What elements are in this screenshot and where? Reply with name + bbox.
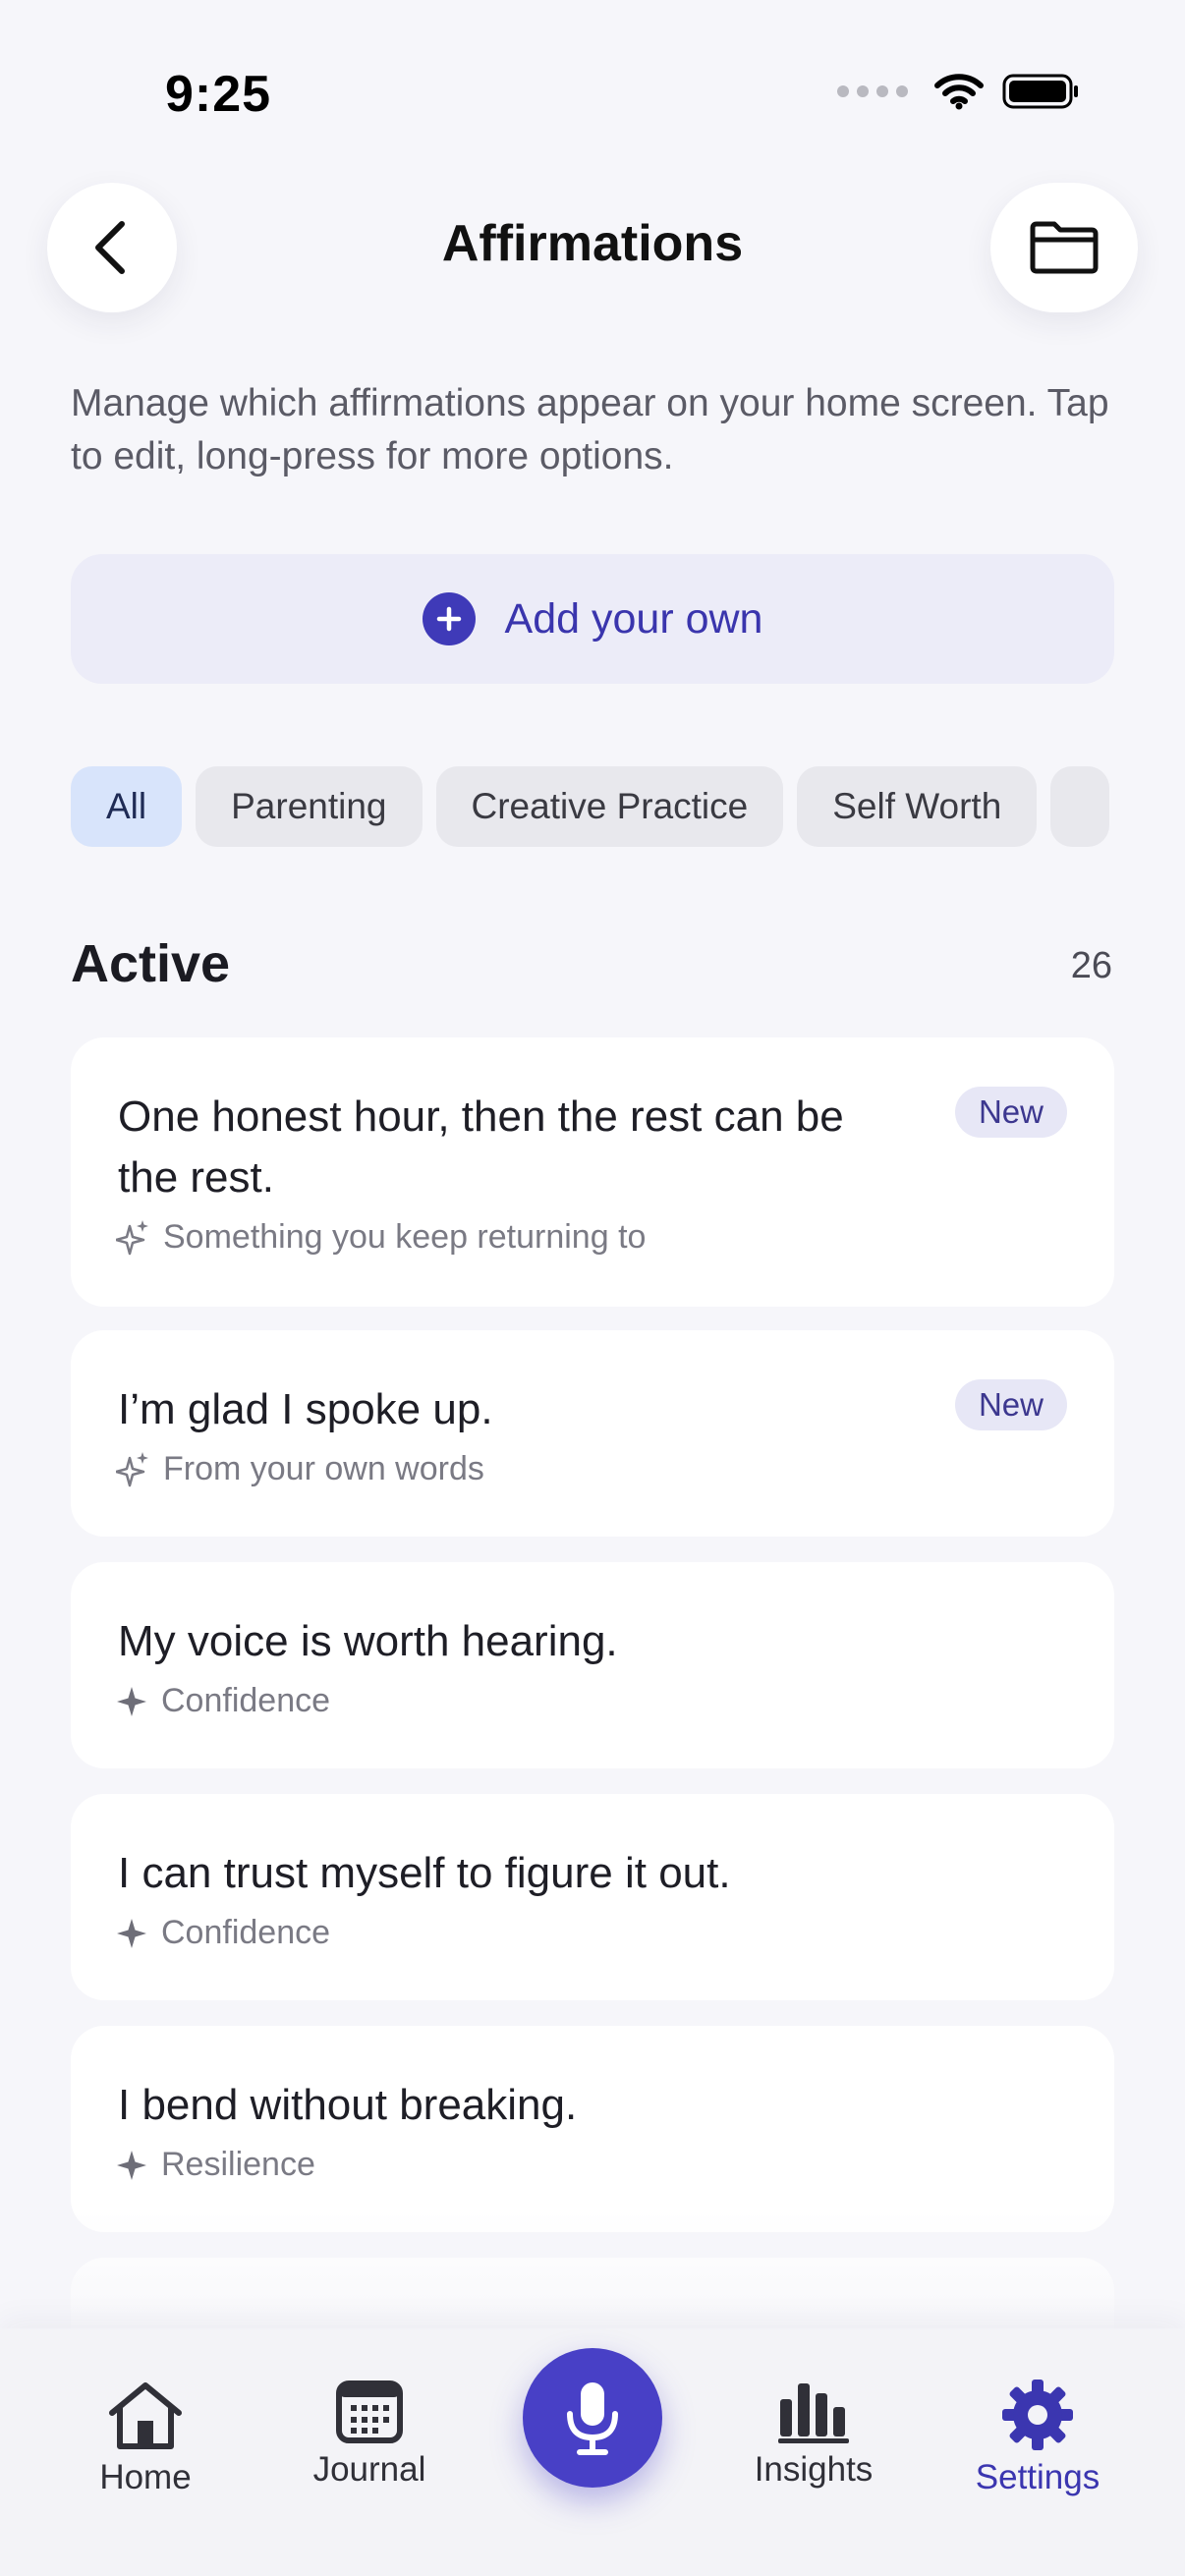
affirmation-source-label: Resilience — [161, 2146, 315, 2183]
affirmation-source: Confidence — [116, 1682, 330, 1720]
folder-icon — [1030, 221, 1099, 274]
new-badge: New — [954, 1087, 1067, 1138]
affirmation-source: Resilience — [116, 2146, 315, 2184]
affirmation-text: I bend without breaking. — [118, 2081, 578, 2129]
affirmation-source-label: Something you keep returning to — [163, 1218, 647, 1256]
tab-insights[interactable]: Insights — [715, 2378, 912, 2490]
tab-journal-label: Journal — [312, 2450, 426, 2489]
affirmation-card[interactable]: I bend without breaking. Resilience — [71, 2026, 1114, 2232]
folder-button[interactable] — [990, 183, 1138, 312]
add-your-own-button[interactable]: Add your own — [71, 554, 1114, 684]
record-button[interactable] — [523, 2348, 662, 2488]
cellular-signal-icon — [837, 85, 908, 97]
filter-chip-creative-practice[interactable]: Creative Practice — [435, 766, 784, 847]
affirmation-source: Confidence — [116, 1914, 330, 1952]
affirmation-source: From your own words — [116, 1450, 484, 1488]
battery-icon — [1002, 74, 1078, 109]
home-icon — [109, 2382, 182, 2449]
filter-chips: All Parenting Creative Practice Self Wor… — [71, 766, 1114, 849]
affirmation-card[interactable]: My voice is worth hearing. Confidence — [71, 1562, 1114, 1768]
affirmation-card[interactable]: I’m glad I spoke up. New From your own w… — [71, 1330, 1114, 1537]
affirmation-source-label: Confidence — [161, 1682, 331, 1719]
affirmation-source-label: From your own words — [163, 1450, 484, 1487]
gear-icon — [1002, 2380, 1073, 2450]
affirmation-card[interactable]: I can trust myself to figure it out. Con… — [71, 1794, 1114, 2000]
status-indicators — [837, 73, 1081, 110]
affirmation-text: One honest hour, then the rest can be th… — [118, 1092, 844, 1202]
sparkles-icon — [116, 1451, 148, 1486]
section-title: Active — [71, 934, 231, 993]
affirmation-text: My voice is worth hearing. — [118, 1617, 618, 1665]
sparkle-icon — [117, 2150, 146, 2180]
filter-chip-more[interactable] — [1050, 766, 1110, 847]
microphone-icon — [567, 2382, 618, 2455]
calendar-icon — [336, 2380, 403, 2443]
filter-chip-self-worth[interactable]: Self Worth — [797, 766, 1038, 847]
plus-circle-icon — [422, 592, 476, 645]
section-count: 26 — [1070, 945, 1112, 986]
add-your-own-label: Add your own — [504, 594, 763, 643]
scroll-fade — [0, 2211, 1185, 2348]
affirmation-source: Something you keep returning to — [116, 1218, 646, 1257]
sparkle-icon — [117, 1918, 146, 1948]
app-screen: 9:25 Affirmations Manage which affirmati… — [0, 0, 1185, 2576]
tab-journal[interactable]: Journal — [271, 2378, 468, 2490]
tab-settings-label: Settings — [975, 2458, 1100, 2496]
affirmation-text: I’m glad I spoke up. — [118, 1385, 493, 1433]
new-badge: New — [954, 1379, 1067, 1430]
affirmation-text: I can trust myself to figure it out. — [118, 1849, 731, 1897]
filter-chip-parenting[interactable]: Parenting — [196, 766, 423, 847]
sparkle-icon — [117, 1686, 146, 1716]
tab-home[interactable]: Home — [47, 2378, 244, 2497]
tab-settings[interactable]: Settings — [939, 2378, 1136, 2497]
wifi-icon — [934, 74, 984, 110]
affirmation-card[interactable]: One honest hour, then the rest can be th… — [71, 1037, 1114, 1307]
filter-chip-all[interactable]: All — [71, 766, 183, 847]
tab-insights-label: Insights — [754, 2450, 874, 2489]
sparkles-icon — [116, 1219, 148, 1255]
status-time: 9:25 — [165, 66, 272, 123]
bar-chart-icon — [778, 2383, 849, 2443]
tab-home-label: Home — [99, 2458, 192, 2496]
page-description: Manage which affirmations appear on your… — [71, 382, 1109, 477]
affirmation-source-label: Confidence — [161, 1914, 331, 1951]
